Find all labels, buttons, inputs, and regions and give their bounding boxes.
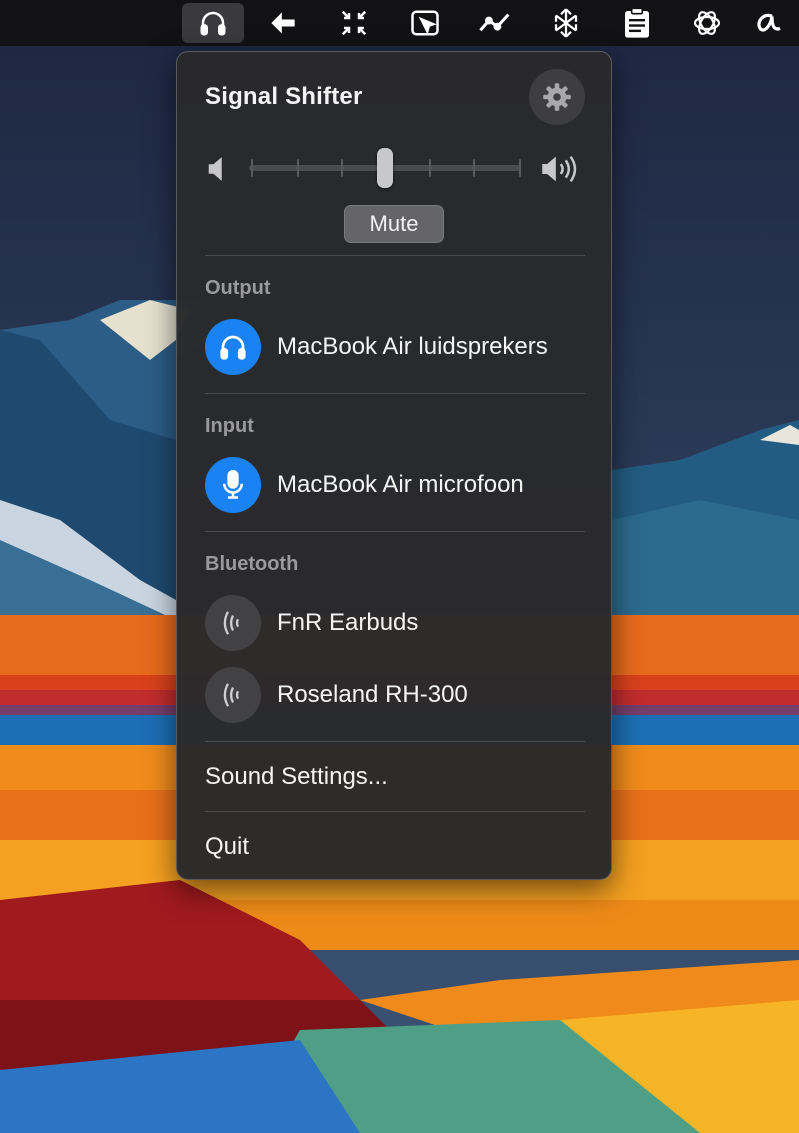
mute-button[interactable]: Mute — [344, 205, 444, 243]
script-a-icon[interactable] — [745, 3, 799, 43]
clipboard-icon[interactable] — [606, 3, 668, 43]
divider — [205, 255, 585, 256]
graph-icon[interactable] — [464, 3, 526, 43]
bluetooth-device-name: Roseland RH-300 — [277, 681, 468, 708]
panel-title: Signal Shifter — [205, 83, 363, 110]
slider-tick — [297, 159, 299, 177]
bluetooth-section-label: Bluetooth — [205, 553, 299, 575]
bluetooth-signal-icon — [205, 667, 261, 723]
snowflake-icon[interactable] — [535, 3, 597, 43]
slider-tick — [251, 159, 253, 177]
slider-tick — [429, 159, 431, 177]
slider-tick — [519, 159, 521, 177]
collapse-arrows-icon[interactable] — [323, 3, 385, 43]
gear-icon — [543, 83, 571, 111]
headphones-icon — [205, 319, 261, 375]
bluetooth-signal-icon — [205, 595, 261, 651]
headphones-icon[interactable] — [182, 3, 244, 43]
settings-button[interactable] — [529, 69, 585, 125]
slider-tick — [473, 159, 475, 177]
volume-slider-thumb[interactable] — [377, 148, 393, 188]
cursor-tool-icon[interactable] — [394, 3, 456, 43]
output-device-name: MacBook Air luidsprekers — [277, 333, 548, 360]
bluetooth-device-row[interactable]: Roseland RH-300 — [205, 666, 585, 724]
input-device-name: MacBook Air microfoon — [277, 471, 524, 498]
sound-settings-menu-item[interactable]: Sound Settings... — [205, 763, 388, 791]
divider — [205, 393, 585, 394]
slider-tick — [341, 159, 343, 177]
speaker-low-icon — [207, 156, 227, 187]
speaker-high-icon — [541, 154, 583, 189]
bluetooth-device-row[interactable]: FnR Earbuds — [205, 594, 585, 652]
output-section-label: Output — [205, 277, 271, 299]
input-section-label: Input — [205, 415, 254, 437]
quit-menu-item[interactable]: Quit — [205, 833, 249, 861]
divider — [205, 741, 585, 742]
menu-bar — [0, 0, 799, 46]
divider — [205, 811, 585, 812]
openai-icon[interactable] — [676, 3, 738, 43]
back-arrow-icon[interactable] — [252, 3, 314, 43]
divider — [205, 531, 585, 532]
bluetooth-device-name: FnR Earbuds — [277, 609, 419, 636]
microphone-icon — [205, 457, 261, 513]
input-device-row[interactable]: MacBook Air microfoon — [205, 456, 585, 514]
output-device-row[interactable]: MacBook Air luidsprekers — [205, 318, 585, 376]
signal-shifter-popover: Signal Shifter Mute Output MacBook Air l… — [176, 51, 612, 880]
